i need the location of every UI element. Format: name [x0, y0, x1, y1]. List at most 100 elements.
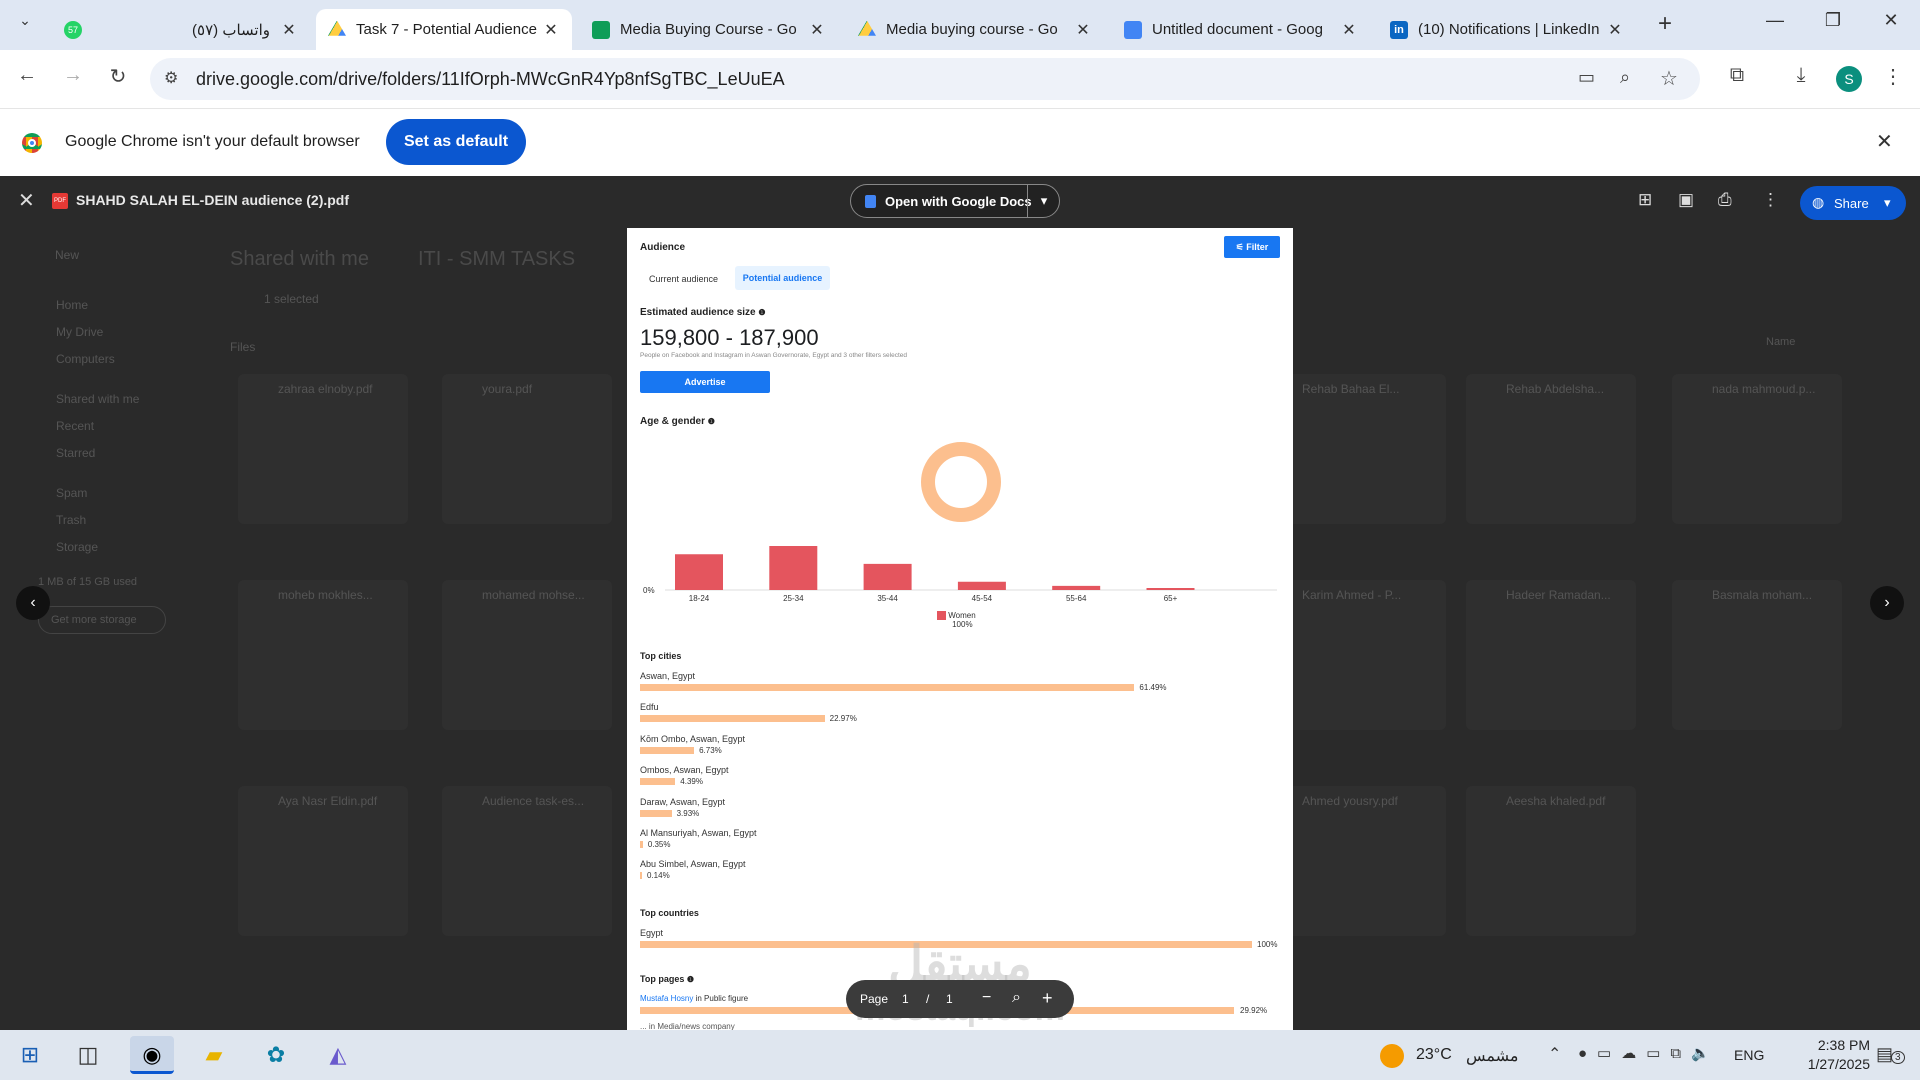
list-bar: [640, 684, 1135, 691]
list-percent: 22.97%: [829, 714, 857, 724]
file-card: Rehab Bahaa El...: [1276, 374, 1446, 524]
comment-icon[interactable]: ▣: [1678, 190, 1694, 210]
infobar-close-icon[interactable]: ✕: [1876, 129, 1893, 154]
nav-spam: Spam: [56, 486, 88, 500]
filter-label: Filter: [1246, 242, 1269, 252]
next-file-button[interactable]: ›: [1870, 586, 1904, 620]
print-icon[interactable]: ⎙: [1718, 190, 1732, 210]
share-dropdown[interactable]: ▾: [1884, 195, 1891, 211]
zoom-magnifier-icon[interactable]: ⌕: [1012, 989, 1021, 1007]
tab-potential-audience[interactable]: Potential audience: [735, 266, 830, 290]
audience-size-note: People on Facebook and Instagram in Aswa…: [640, 352, 908, 359]
viewer-close-icon[interactable]: ✕: [18, 188, 35, 213]
top-countries-heading: Top countries: [640, 908, 699, 918]
file-card: Hadeer Ramadan...: [1466, 580, 1636, 730]
minimize-button[interactable]: —: [1760, 10, 1790, 31]
filter-button[interactable]: ⚟ Filter: [1224, 236, 1280, 258]
default-browser-infobar: Google Chrome isn't your default browser…: [0, 108, 1920, 176]
tab-strip: ⌄ 57 واتساب (٥٧) ✕ Task 7 - Potential Au…: [0, 0, 1920, 50]
address-bar[interactable]: ⚙ drive.google.com/drive/folders/11IfOrp…: [150, 58, 1700, 100]
advertise-button[interactable]: Advertise: [640, 371, 770, 393]
more-icon[interactable]: ⋮: [1762, 190, 1779, 210]
app-icon-2[interactable]: ◭: [316, 1036, 360, 1074]
google-drive-icon: [858, 20, 876, 36]
bookmark-star-icon[interactable]: ☆: [1660, 66, 1678, 91]
set-as-default-button[interactable]: Set as default: [386, 119, 526, 165]
donut-slice-women: [921, 442, 1001, 522]
info-icon: ❶: [758, 308, 766, 317]
top-cities-heading: Top cities: [640, 651, 682, 661]
tab-search-button[interactable]: ⌄: [10, 12, 40, 38]
close-icon[interactable]: ✕: [1074, 20, 1092, 40]
tab-untitled-doc[interactable]: Untitled document - Goog ✕: [1112, 9, 1370, 50]
close-icon[interactable]: ✕: [1340, 20, 1358, 40]
close-icon[interactable]: ✕: [1606, 20, 1624, 40]
tab-task7[interactable]: Task 7 - Potential Audience ✕: [316, 9, 572, 50]
tab-media-course-drive[interactable]: Media buying course - Go ✕: [846, 9, 1104, 50]
share-button[interactable]: ◍ Share ▾: [1800, 186, 1906, 220]
file-card: Audience task-es...: [442, 786, 612, 936]
notification-icon[interactable]: ▤ 3: [1876, 1044, 1905, 1065]
site-info-icon[interactable]: ⚙: [164, 68, 178, 88]
tray-chevron-icon[interactable]: ⌃: [1548, 1044, 1561, 1064]
clock[interactable]: 2:38 PM 1/27/2025: [1770, 1036, 1870, 1074]
file-explorer-icon[interactable]: ▰: [192, 1036, 236, 1074]
language-indicator[interactable]: ENG: [1734, 1047, 1764, 1063]
age-tick-label: 45-54: [972, 594, 993, 603]
linkedin-icon: in: [1390, 20, 1408, 39]
prev-file-button[interactable]: ‹: [16, 586, 50, 620]
back-icon[interactable]: ←: [12, 64, 42, 87]
zoom-out-icon[interactable]: −: [982, 989, 991, 1007]
extensions-icon[interactable]: ⧉: [1722, 64, 1752, 87]
list-percent: 61.49%: [1139, 683, 1167, 692]
tab-title: Task 7 - Potential Audience: [356, 21, 537, 38]
close-icon[interactable]: ✕: [542, 20, 560, 40]
chrome-taskbar-icon[interactable]: ◉: [130, 1036, 174, 1074]
close-icon[interactable]: ✕: [808, 20, 826, 40]
open-with-google-docs-button[interactable]: Open with Google Docs ▾: [850, 184, 1060, 218]
forward-icon[interactable]: →: [58, 64, 88, 87]
top-page-pct: 29.92%: [1240, 1006, 1268, 1015]
tab-whatsapp[interactable]: 57 واتساب (٥٧) ✕: [52, 9, 310, 50]
clock-time: 2:38 PM: [1817, 1037, 1870, 1053]
download-icon[interactable]: ⤓: [1786, 64, 1816, 87]
page-link[interactable]: Mustafa Hosny: [640, 994, 693, 1003]
open-with-dropdown[interactable]: ▾: [1027, 185, 1060, 217]
list-bar: [640, 809, 672, 817]
close-icon[interactable]: ✕: [280, 20, 298, 40]
window-close-button[interactable]: ✕: [1876, 10, 1906, 31]
page-current-input[interactable]: 1: [902, 992, 909, 1006]
age-bar-18-24: [675, 554, 723, 590]
age-tick-label: 25-34: [783, 594, 804, 603]
file-card: Aeesha khaled.pdf: [1466, 786, 1636, 936]
tab-media-course-sheet[interactable]: Media Buying Course - Go ✕: [580, 9, 838, 50]
reload-icon[interactable]: ↻: [103, 64, 133, 89]
file-card: youra.pdf: [442, 374, 612, 524]
add-to-drive-icon[interactable]: ⊞: [1638, 190, 1652, 210]
age-bar-25-34: [769, 546, 818, 590]
tray-icons[interactable]: ●▭☁▭⧉🔈: [1578, 1044, 1720, 1062]
windows-start-icon[interactable]: ⊞: [8, 1036, 52, 1074]
menu-kebab-icon[interactable]: ⋮: [1878, 64, 1908, 89]
profile-avatar[interactable]: S: [1836, 66, 1862, 92]
selected-count: 1 selected: [264, 292, 319, 306]
tab-current-audience[interactable]: Current audience: [649, 274, 718, 284]
legend-swatch: [937, 611, 946, 621]
page-label: Page: [860, 992, 889, 1006]
restore-button[interactable]: ❐: [1818, 10, 1848, 31]
zoom-icon[interactable]: ⌕: [1620, 67, 1630, 88]
task-view-icon[interactable]: ◫: [66, 1036, 110, 1074]
nav-storage: Storage: [56, 540, 99, 554]
file-card: Rehab Abdelsha...: [1466, 374, 1636, 524]
storage-used: 1 MB of 15 GB used: [38, 576, 138, 588]
filter-icon: ⚟: [1235, 242, 1247, 252]
zoom-in-icon[interactable]: +: [1042, 988, 1053, 1009]
tab-linkedin[interactable]: in (10) Notifications | LinkedIn ✕: [1378, 9, 1636, 50]
get-storage-button: Get more storage: [38, 606, 166, 634]
info-icon: ❶: [707, 417, 715, 426]
app-icon[interactable]: ✿: [254, 1036, 298, 1074]
new-tab-button[interactable]: +: [1650, 10, 1680, 40]
install-app-icon[interactable]: ▭: [1578, 67, 1595, 88]
pdf-page: Audience ⚟ Filter Current audience Poten…: [627, 228, 1293, 1030]
list-bar: [640, 778, 676, 786]
